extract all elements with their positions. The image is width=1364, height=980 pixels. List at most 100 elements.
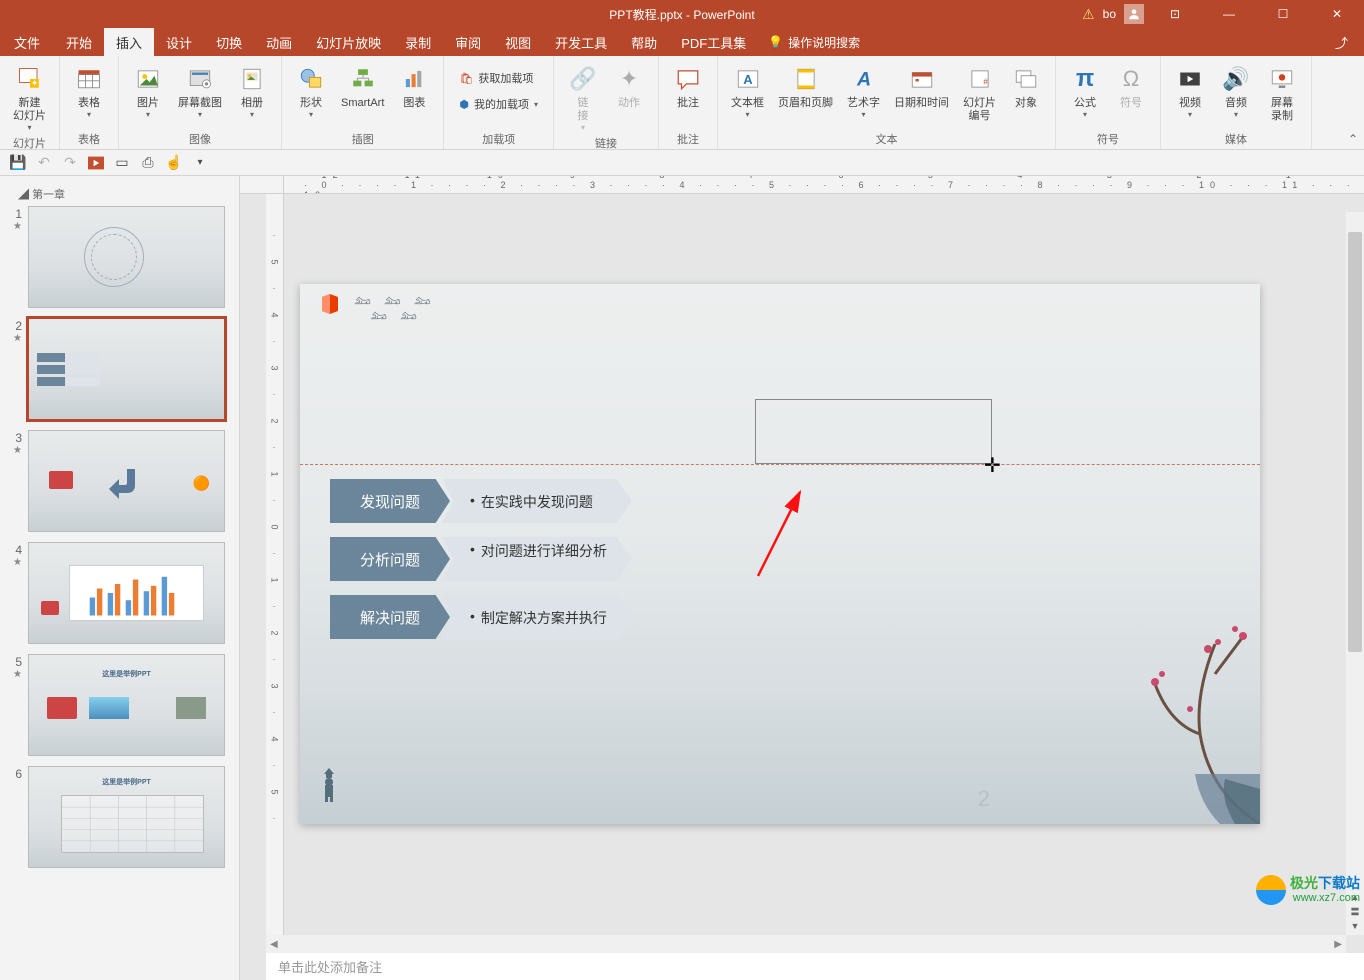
tab-developer[interactable]: 开发工具 — [543, 28, 619, 56]
tab-insert[interactable]: 插入 — [104, 28, 154, 56]
new-slide-button[interactable]: ✦ 新建 幻灯片 ▾ — [8, 60, 51, 135]
vertical-scrollbar[interactable]: ▲ 〓 ▼ — [1346, 212, 1364, 935]
slide-thumbnail-4[interactable]: 4★ — [8, 542, 239, 644]
tab-home[interactable]: 开始 — [54, 28, 104, 56]
tab-file[interactable]: 文件 — [0, 28, 54, 56]
slide-thumbnail-5[interactable]: 5★ 这里是举例PPT — [8, 654, 239, 756]
smartart-step-1[interactable]: 发现问题 — [330, 479, 450, 523]
user-name: bo — [1103, 7, 1116, 21]
addins-icon: ⬢ — [459, 98, 469, 111]
next-slide-button[interactable]: ▼ — [1351, 921, 1360, 931]
ribbon-display-options-button[interactable]: ⊡ — [1152, 0, 1198, 28]
table-button[interactable]: 表格 ▾ — [68, 60, 110, 122]
picture-button[interactable]: 图片 ▾ — [127, 60, 169, 122]
horizontal-scrollbar[interactable]: ◀ ▶ — [266, 935, 1346, 953]
get-addins-button[interactable]: 🛍 获取加载项 — [452, 66, 545, 90]
slide-number-button[interactable]: # 幻灯片 编号 — [958, 60, 1001, 126]
audio-icon: 🔊 — [1220, 63, 1252, 95]
plum-branch-decoration — [1060, 594, 1260, 824]
share-button[interactable]: ⤴ — [1319, 28, 1364, 56]
smartart-step-2[interactable]: 分析问题 — [330, 537, 450, 581]
undo-button[interactable]: ↶ — [32, 152, 56, 174]
slide-page-number: 2 — [978, 786, 990, 812]
smartart-step-3[interactable]: 解决问题 — [330, 595, 450, 639]
new-slide-icon: ✦ — [14, 63, 46, 95]
drawing-rectangle[interactable] — [755, 399, 992, 464]
tab-record[interactable]: 录制 — [393, 28, 443, 56]
tab-transition[interactable]: 切换 — [204, 28, 254, 56]
comment-button[interactable]: 批注 — [667, 60, 709, 113]
slide-thumbnail-1[interactable]: 1★ — [8, 206, 239, 308]
chevron-down-icon: ▾ — [1188, 110, 1192, 119]
object-button[interactable]: 对象 — [1005, 60, 1047, 113]
group-label-illustrations: 插图 — [290, 131, 435, 149]
bullet-icon: • — [470, 541, 475, 557]
slide-number-icon: # — [964, 63, 996, 95]
horizontal-ruler[interactable]: · 12 · · · 11 · · · 10 · · · 9 · · · · 8… — [284, 176, 1364, 194]
scroll-left-button[interactable]: ◀ — [266, 939, 282, 950]
tab-animation[interactable]: 动画 — [254, 28, 304, 56]
smartart-desc-1[interactable]: • 在实践中发现问题 — [470, 492, 593, 512]
chevron-down-icon: ▾ — [746, 110, 750, 119]
qat-customize-button[interactable]: ▾ — [188, 152, 212, 174]
screenshot-button[interactable]: 屏幕截图 ▾ — [173, 60, 227, 122]
chart-button[interactable]: 图表 — [393, 60, 435, 113]
wordart-button[interactable]: A 艺术字 ▾ — [842, 60, 885, 122]
action-button: ✦ 动作 — [608, 60, 650, 113]
touch-mouse-mode-button[interactable]: ☝ — [162, 152, 186, 174]
notes-placeholder[interactable]: 单击此处添加备注 — [266, 953, 1364, 980]
textbox-button[interactable]: A 文本框 ▾ — [726, 60, 769, 122]
quick-access-toolbar: 💾 ↶ ↷ ▭ ⎙ ☝ ▾ — [0, 150, 1364, 176]
shapes-button[interactable]: 形状 ▾ — [290, 60, 332, 122]
scroll-right-button[interactable]: ▶ — [1330, 939, 1346, 950]
tab-slideshow[interactable]: 幻灯片放映 — [304, 28, 393, 56]
shapes-icon — [295, 63, 327, 95]
section-header[interactable]: ◢ 第一章 — [8, 182, 239, 206]
user-avatar-icon[interactable] — [1124, 4, 1144, 24]
slide-thumbnail-6[interactable]: 6 这里是举例PPT — [8, 766, 239, 868]
chart-icon — [398, 63, 430, 95]
slide-editor: · 12 · · · 11 · · · 10 · · · 9 · · · · 8… — [240, 176, 1364, 980]
equation-button[interactable]: π 公式 ▾ — [1064, 60, 1106, 122]
audio-button[interactable]: 🔊 音频 ▾ — [1215, 60, 1257, 122]
photo-album-button[interactable]: 相册 ▾ — [231, 60, 273, 122]
close-button[interactable]: ✕ — [1314, 0, 1360, 28]
vertical-ruler[interactable]: · 5 · 4 · 3 · 2 · 1 · 0 · 1 · 2 · 3 · 4 … — [266, 194, 284, 935]
maximize-button[interactable]: ☐ — [1260, 0, 1306, 28]
store-icon: 🛍 — [459, 72, 473, 85]
tab-review[interactable]: 审阅 — [443, 28, 493, 56]
tab-design[interactable]: 设计 — [154, 28, 204, 56]
qat-button-5[interactable]: ▭ — [110, 152, 134, 174]
comment-icon — [672, 63, 704, 95]
qat-button-6[interactable]: ⎙ — [136, 152, 160, 174]
save-button[interactable]: 💾 — [6, 152, 30, 174]
scroll-separator: 〓 — [1350, 905, 1359, 918]
bullet-icon: • — [470, 492, 475, 508]
redo-button[interactable]: ↷ — [58, 152, 82, 174]
video-button[interactable]: 视频 ▾ — [1169, 60, 1211, 122]
datetime-button[interactable]: 日期和时间 — [889, 60, 954, 113]
start-from-beginning-button[interactable] — [84, 152, 108, 174]
group-label-addins: 加载项 — [452, 131, 545, 149]
tab-pdf-tools[interactable]: PDF工具集 — [669, 28, 758, 56]
tab-help[interactable]: 帮助 — [619, 28, 669, 56]
slide-thumbnail-2[interactable]: 2★ — [8, 318, 239, 420]
scrollbar-thumb[interactable] — [1348, 232, 1362, 652]
slide-thumbnail-3[interactable]: 3★ 🟠 — [8, 430, 239, 532]
chevron-down-icon: ▾ — [862, 110, 866, 119]
tell-me-search[interactable]: 💡 操作说明搜索 — [758, 28, 870, 56]
slide-canvas[interactable]: 𐦐 𐦐 𐦐 𐦐 𐦐 发现问题 • 在实践中发现问题 分析问题 • — [300, 284, 1260, 824]
chevron-down-icon: ▾ — [27, 123, 31, 132]
my-addins-button[interactable]: ⬢ 我的加载项 ▾ — [452, 92, 545, 116]
slide-thumbnail-panel[interactable]: ◢ 第一章 1★ 2★ 3★ — [0, 176, 240, 980]
tab-view[interactable]: 视图 — [493, 28, 543, 56]
smartart-desc-3[interactable]: • 制定解决方案并执行 — [470, 608, 607, 628]
minimize-button[interactable]: — — [1206, 0, 1252, 28]
svg-text:✦: ✦ — [30, 78, 38, 88]
screen-record-button[interactable]: 屏幕 录制 — [1261, 60, 1303, 126]
smartart-desc-2[interactable]: • 对问题进行详细分析 — [470, 541, 607, 561]
header-footer-button[interactable]: 页眉和页脚 — [773, 60, 838, 113]
smartart-button[interactable]: SmartArt — [336, 60, 389, 113]
chevron-down-icon: ▾ — [198, 110, 202, 119]
collapse-ribbon-button[interactable]: ⌃ — [1348, 132, 1358, 146]
